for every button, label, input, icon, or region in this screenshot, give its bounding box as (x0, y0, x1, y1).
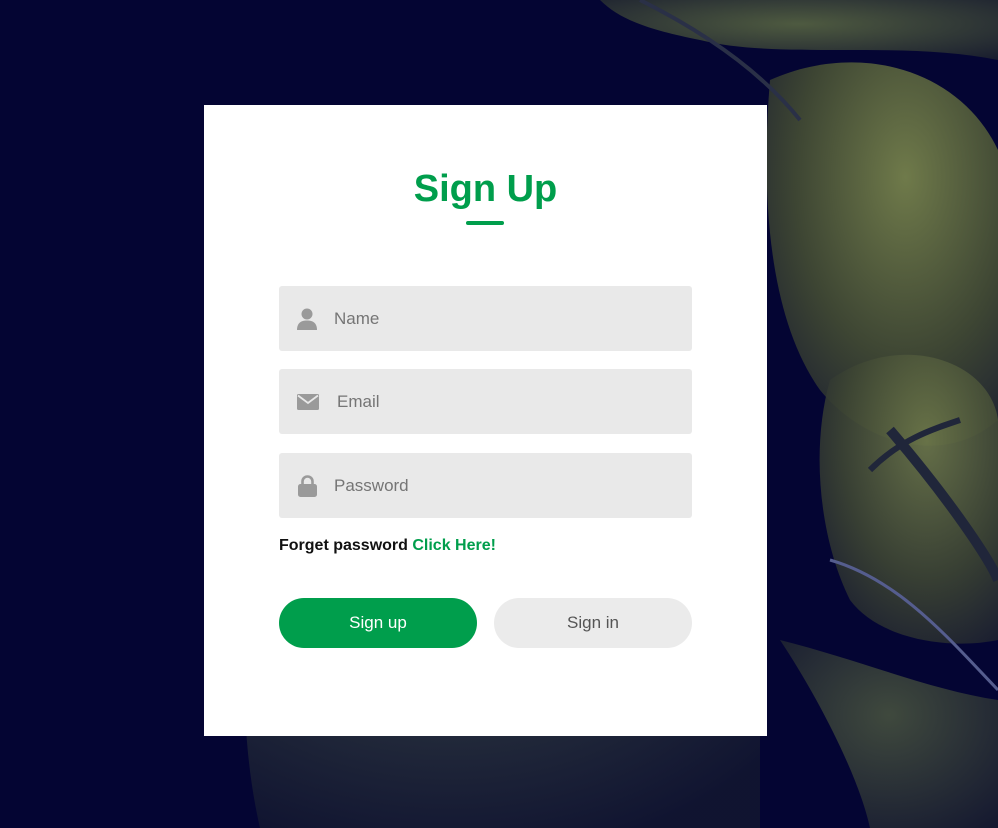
page-title: Sign Up (413, 168, 558, 210)
forget-password-link[interactable]: Click Here! (412, 537, 496, 554)
title-underline (466, 221, 504, 225)
name-field[interactable] (279, 286, 692, 351)
sign-up-button[interactable]: Sign up (279, 598, 477, 648)
user-icon (296, 308, 318, 330)
sign-in-button[interactable]: Sign in (494, 598, 692, 648)
name-input[interactable] (334, 286, 674, 351)
forget-password-text: Forget password (279, 537, 408, 554)
email-input[interactable] (337, 369, 677, 434)
password-input[interactable] (334, 453, 674, 518)
lock-icon (296, 474, 318, 497)
forget-password-row: Forget password Click Here! (279, 537, 496, 555)
signup-card: Sign Up Forget password (204, 105, 767, 736)
password-field[interactable] (279, 453, 692, 518)
email-field[interactable] (279, 369, 692, 434)
envelope-icon (296, 391, 320, 413)
